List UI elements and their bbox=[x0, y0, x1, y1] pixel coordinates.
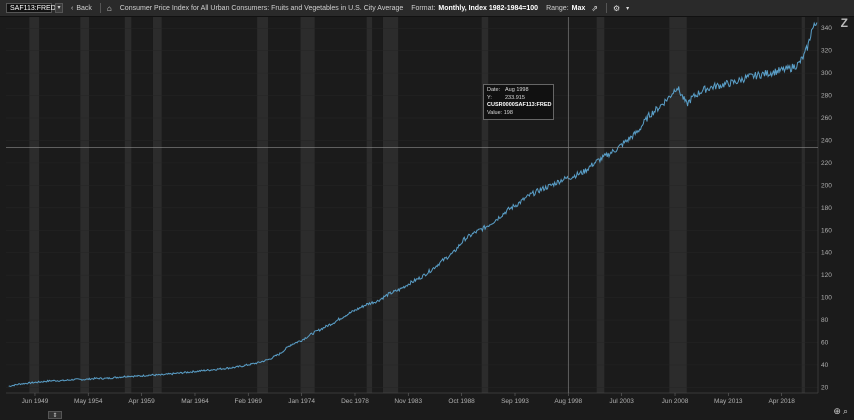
price-chart[interactable]: 20 40 60 80 100 120 140 160 180 200 220 240 260 280 30… bbox=[0, 17, 854, 420]
symbol-input[interactable]: SAF113:FRED bbox=[6, 3, 56, 13]
x-tick-label: Apr 1959 bbox=[128, 398, 155, 405]
y-tick-label: 40 bbox=[821, 362, 829, 369]
x-tick-label: Jul 2003 bbox=[609, 398, 634, 405]
tooltip-date-row: Date: Aug 1998 bbox=[487, 87, 550, 95]
toolbar-divider bbox=[99, 3, 101, 13]
y-tick-label: 240 bbox=[821, 137, 832, 144]
recession-band bbox=[481, 17, 489, 393]
y-tick-label: 280 bbox=[821, 93, 832, 100]
recession-band bbox=[669, 17, 687, 393]
x-tick-label: May 2013 bbox=[714, 398, 743, 405]
x-axis: Jun 1949 May 1954 Apr 1959 Mar 1964 Feb 1969… bbox=[6, 392, 818, 405]
recession-band bbox=[152, 17, 162, 393]
tooltip-y-value: 233.915 bbox=[505, 94, 525, 101]
symbol-dropdown-icon[interactable]: ▾ bbox=[55, 3, 63, 13]
y-axis: 20 40 60 80 100 120 140 160 180 200 220 240 260 280 30… bbox=[817, 17, 832, 393]
y-tick-label: 200 bbox=[821, 182, 832, 189]
tooltip-value-value: 198 bbox=[503, 109, 513, 116]
tooltip-y-label: Y: bbox=[487, 94, 492, 101]
x-tick-label: Dec 1978 bbox=[341, 398, 369, 405]
x-tick-label: Feb 1969 bbox=[235, 398, 263, 405]
y-tick-label: 260 bbox=[821, 115, 832, 122]
toolbar-divider bbox=[605, 3, 607, 13]
x-tick-label: Mar 1964 bbox=[181, 398, 209, 405]
recession-band bbox=[257, 17, 268, 393]
recession-bands bbox=[29, 17, 805, 393]
toolbar: SAF113:FRED ▾ ‹ Back ⌂ Consumer Price In… bbox=[0, 0, 854, 17]
recession-band bbox=[29, 17, 40, 393]
y-tick-label: 60 bbox=[821, 339, 829, 346]
tooltip-series: CUSR0000SAF113:FRED bbox=[487, 102, 552, 108]
recession-band bbox=[80, 17, 89, 393]
x-tick-label: Apr 2018 bbox=[768, 398, 795, 405]
scroll-handle[interactable]: ⇕ bbox=[48, 411, 62, 419]
x-tick-label: Sep 1993 bbox=[501, 398, 529, 405]
recession-band bbox=[801, 17, 805, 393]
data-tooltip: Date: Aug 1998 Y: 233.915 CUSR0000SAF113:F… bbox=[483, 84, 554, 120]
x-tick-label: Oct 1988 bbox=[448, 398, 475, 405]
x-tick-label: May 1954 bbox=[74, 398, 103, 405]
recession-band bbox=[124, 17, 132, 393]
x-tick-label: Jan 1974 bbox=[288, 398, 315, 405]
tooltip-date-value: Aug 1998 bbox=[505, 87, 529, 93]
y-tick-label: 80 bbox=[821, 317, 829, 324]
y-tick-label: 180 bbox=[821, 205, 832, 212]
range-selector[interactable]: Range: Max bbox=[546, 5, 585, 12]
magnifier-icon[interactable]: ⌕ bbox=[843, 406, 848, 417]
format-label: Format: bbox=[411, 4, 436, 12]
share-icon[interactable]: ⇗ bbox=[591, 4, 598, 13]
y-tick-label: 340 bbox=[821, 25, 832, 32]
recession-band bbox=[596, 17, 605, 393]
tooltip-value-label: Value: bbox=[487, 109, 503, 116]
format-value: Monthly, Index 1982-1984=100 bbox=[438, 4, 539, 12]
tooltip-value-row: Value: 198 bbox=[487, 110, 550, 118]
range-value: Max bbox=[571, 4, 586, 12]
x-tick-label: Jun 1949 bbox=[22, 398, 49, 405]
x-tick-label: Aug 1998 bbox=[554, 398, 582, 405]
x-tick-label: Jun 2008 bbox=[662, 398, 689, 405]
y-tick-label: 320 bbox=[821, 48, 832, 55]
y-tick-label: 100 bbox=[821, 295, 832, 302]
back-label: Back bbox=[76, 4, 92, 12]
recession-band bbox=[382, 17, 399, 393]
x-tick-label: Nov 1983 bbox=[394, 398, 422, 405]
back-button[interactable]: ‹ Back bbox=[71, 5, 92, 12]
home-icon[interactable]: ⌂ bbox=[107, 4, 112, 13]
chevron-down-icon[interactable]: ▾ bbox=[626, 5, 629, 12]
zoom-in-icon[interactable]: ⊕ bbox=[833, 406, 841, 417]
recession-band bbox=[366, 17, 373, 393]
back-arrow-icon: ‹ bbox=[71, 4, 74, 12]
y-tick-label: 160 bbox=[821, 227, 832, 234]
format-selector[interactable]: Format: Monthly, Index 1982-1984=100 bbox=[411, 5, 538, 12]
gear-icon[interactable]: ⚙ bbox=[613, 4, 620, 13]
range-label: Range: bbox=[546, 4, 569, 12]
y-tick-label: 20 bbox=[821, 384, 829, 391]
tooltip-date-label: Date: bbox=[487, 87, 501, 93]
fred-logo-icon: Z bbox=[840, 16, 848, 30]
y-tick-label: 140 bbox=[821, 250, 832, 257]
y-tick-label: 300 bbox=[821, 70, 832, 77]
y-tick-label: 220 bbox=[821, 160, 832, 167]
tooltip-y-row: Y: 233.915 bbox=[487, 95, 550, 103]
chart-title: Consumer Price Index for All Urban Consu… bbox=[119, 4, 404, 12]
y-tick-label: 120 bbox=[821, 272, 832, 279]
zoom-controls: ⊕ ⌕ bbox=[833, 406, 848, 417]
